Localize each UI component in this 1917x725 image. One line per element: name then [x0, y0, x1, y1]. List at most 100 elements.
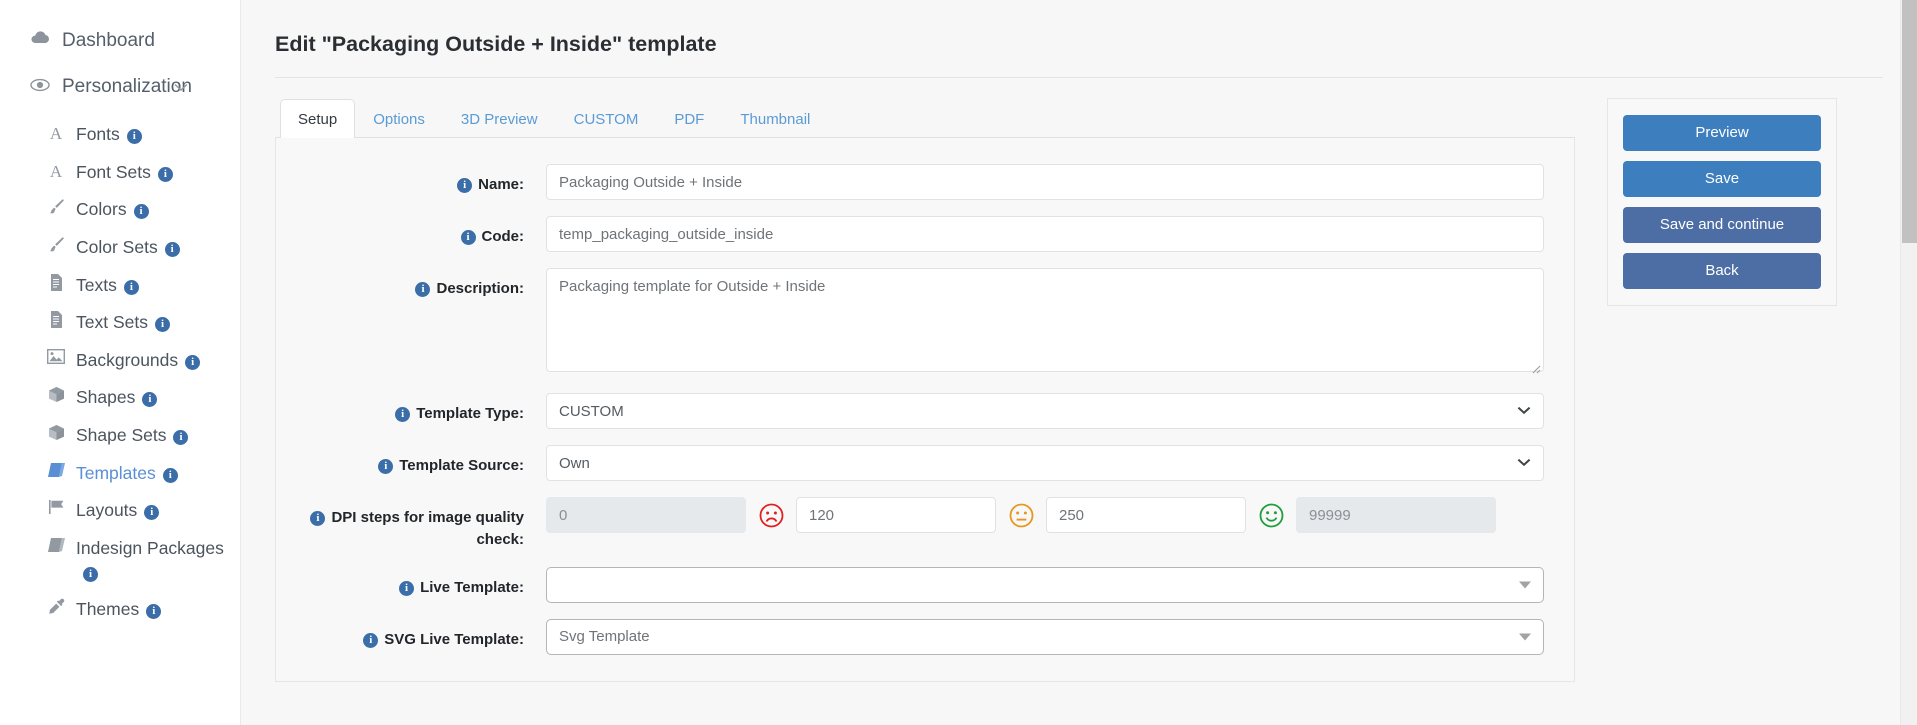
- tab-3d-preview[interactable]: 3D Preview: [443, 99, 556, 138]
- live-template-select[interactable]: [546, 566, 1544, 603]
- book-icon: [46, 462, 66, 478]
- form-column: Setup Options 3D Preview CUSTOM PDF Thum…: [275, 78, 1575, 682]
- app-root: Dashboard Personalization A Fonts i A Fon…: [0, 0, 1917, 725]
- font-letter-icon: A: [49, 161, 63, 181]
- sidebar-item-personalization[interactable]: Personalization: [0, 68, 240, 106]
- sidebar-item-texts[interactable]: Texts i: [0, 267, 240, 305]
- sidebar-item-label: Personalization: [62, 76, 192, 97]
- dpi-mid-input[interactable]: [1046, 497, 1246, 534]
- sidebar-item-shapes[interactable]: Shapes i: [0, 379, 240, 417]
- dpi-steps-label: i DPI steps for image quality check:: [276, 497, 546, 551]
- sidebar-item-label: Font Sets: [76, 161, 151, 182]
- cube-icon: [46, 386, 66, 403]
- document-icon: [46, 273, 66, 291]
- dropdown-arrow-icon: [1519, 581, 1531, 589]
- info-icon[interactable]: i: [460, 230, 476, 246]
- neutral-face-icon: [996, 503, 1046, 528]
- description-textarea[interactable]: Packaging template for Outside + Inside: [546, 268, 1544, 373]
- save-and-continue-button[interactable]: Save and continue: [1623, 207, 1821, 244]
- dropdown-arrow-icon: [1519, 633, 1531, 641]
- eyedropper-icon: [46, 598, 66, 615]
- sidebar-item-templates[interactable]: Templates i: [0, 455, 240, 493]
- info-icon[interactable]: i: [142, 392, 158, 408]
- sidebar-item-label: Dashboard: [62, 30, 155, 51]
- code-label: i Code:: [276, 216, 546, 248]
- svg-live-template-select[interactable]: Svg Template: [546, 618, 1544, 655]
- name-input[interactable]: [546, 164, 1544, 201]
- sidebar-item-layouts[interactable]: Layouts i: [0, 492, 240, 530]
- sidebar-item-shape-sets[interactable]: Shape Sets i: [0, 417, 240, 455]
- svg-live-template-label-text: SVG Live Template:: [384, 630, 524, 648]
- sidebar-item-label: Themes: [76, 599, 140, 620]
- dpi-low-wrap: [796, 497, 996, 534]
- sidebar-item-label: Layouts: [76, 500, 138, 521]
- dpi-low-input[interactable]: [796, 497, 996, 534]
- field-row-svg-live-template: i SVG Live Template: Svg Template: [276, 618, 1544, 655]
- name-label-text: Name:: [478, 176, 524, 194]
- sidebar-item-colors[interactable]: Colors i: [0, 191, 240, 229]
- info-icon[interactable]: i: [415, 282, 431, 298]
- sidebar-item-color-sets[interactable]: Color Sets i: [0, 229, 240, 267]
- back-button[interactable]: Back: [1623, 253, 1821, 290]
- info-icon[interactable]: i: [164, 241, 180, 257]
- sidebar-item-dashboard[interactable]: Dashboard: [0, 22, 240, 60]
- sidebar-item-text-sets[interactable]: Text Sets i: [0, 304, 240, 342]
- chevron-down-icon[interactable]: [174, 76, 188, 98]
- info-icon[interactable]: i: [144, 505, 160, 521]
- template-source-select[interactable]: Own: [546, 445, 1544, 482]
- scrollbar-thumb[interactable]: [1902, 0, 1917, 243]
- eye-icon: [30, 76, 50, 98]
- info-icon[interactable]: i: [363, 632, 379, 648]
- info-icon[interactable]: i: [123, 279, 139, 295]
- brush-icon: [46, 236, 66, 253]
- field-row-code: i Code:: [276, 216, 1544, 253]
- info-icon[interactable]: i: [162, 467, 178, 483]
- info-icon[interactable]: i: [126, 129, 142, 144]
- info-icon[interactable]: i: [378, 459, 394, 475]
- field-row-description: i Description: Packaging template for Out…: [276, 268, 1544, 377]
- preview-button[interactable]: Preview: [1623, 115, 1821, 152]
- sidebar-item-themes[interactable]: Themes i: [0, 591, 240, 629]
- info-icon[interactable]: i: [83, 566, 98, 582]
- info-icon[interactable]: i: [399, 580, 415, 596]
- cube-icon: [46, 424, 66, 441]
- live-template-label: i Live Template:: [276, 567, 546, 599]
- template-type-label-text: Template Type:: [416, 405, 524, 423]
- info-icon[interactable]: i: [457, 178, 473, 194]
- tab-options[interactable]: Options: [355, 99, 443, 138]
- save-button[interactable]: Save: [1623, 161, 1821, 198]
- image-icon: [46, 348, 66, 364]
- sidebar-item-backgrounds[interactable]: Backgrounds i: [0, 342, 240, 380]
- tab-custom[interactable]: CUSTOM: [556, 99, 657, 138]
- sidebar-item-fonts[interactable]: A Fonts i: [0, 116, 240, 154]
- actions-column: Preview Save Save and continue Back: [1607, 78, 1837, 682]
- sidebar-item-label: Backgrounds: [76, 349, 179, 370]
- document-icon: [46, 311, 66, 329]
- info-icon[interactable]: i: [185, 354, 201, 370]
- live-template-label-text: Live Template:: [420, 578, 524, 596]
- sidebar-item-indesign-packages[interactable]: Indesign Packages i: [0, 530, 240, 591]
- tab-thumbnail[interactable]: Thumbnail: [722, 99, 828, 138]
- tab-setup[interactable]: Setup: [280, 99, 356, 139]
- info-icon[interactable]: i: [157, 166, 173, 182]
- sidebar-item-font-sets[interactable]: A Font Sets i: [0, 154, 240, 192]
- vertical-scrollbar[interactable]: [1900, 0, 1917, 725]
- template-type-select[interactable]: CUSTOM: [546, 393, 1544, 430]
- info-icon[interactable]: i: [395, 407, 411, 423]
- info-icon[interactable]: i: [173, 430, 189, 445]
- tab-pdf[interactable]: PDF: [656, 99, 722, 138]
- page-title: Edit "Packaging Outside + Inside" templa…: [275, 32, 717, 57]
- info-icon[interactable]: i: [310, 511, 326, 527]
- field-row-name: i Name:: [276, 164, 1544, 201]
- dpi-steps-label-text: DPI steps for image quality check:: [331, 509, 524, 549]
- field-row-live-template: i Live Template:: [276, 566, 1544, 603]
- dpi-min-input: [546, 497, 746, 534]
- content-row: Setup Options 3D Preview CUSTOM PDF Thum…: [241, 78, 1917, 682]
- code-input[interactable]: [546, 216, 1544, 253]
- sidebar-item-label: Shape Sets: [76, 425, 167, 445]
- info-icon[interactable]: i: [133, 204, 149, 220]
- info-icon[interactable]: i: [154, 317, 170, 333]
- sidebar-item-label: Text Sets: [76, 312, 148, 333]
- field-row-template-type: i Template Type: CUSTOM: [276, 393, 1544, 430]
- info-icon[interactable]: i: [146, 604, 162, 620]
